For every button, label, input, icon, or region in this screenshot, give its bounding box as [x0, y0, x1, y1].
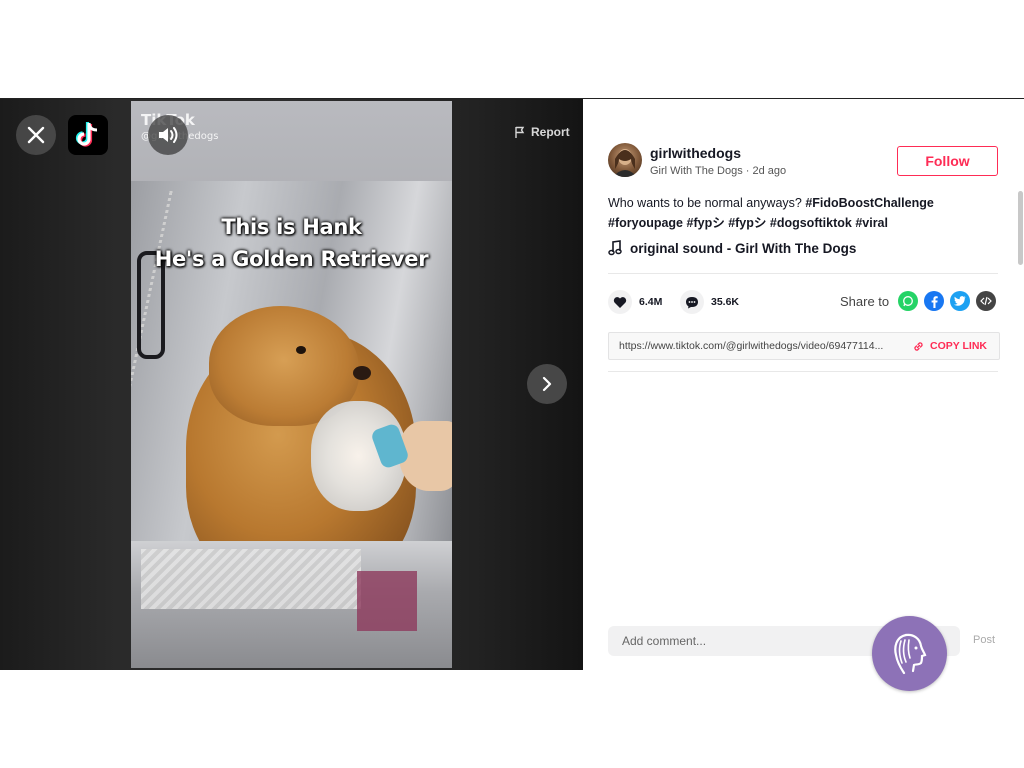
share-label: Share to: [840, 293, 890, 309]
description-text: Who wants to be normal anyways?: [608, 196, 806, 210]
hashtag-link[interactable]: #foryoupage: [608, 216, 683, 230]
author-display-name: Girl With The Dogs: [650, 165, 743, 177]
hashtag-link[interactable]: #fypシ: [728, 216, 766, 230]
video-url[interactable]: https://www.tiktok.com/@girlwithedogs/vi…: [609, 340, 905, 352]
video-dog-eye: [296, 346, 306, 354]
music-note-icon: [608, 240, 622, 256]
sound-title: original sound - Girl With The Dogs: [630, 240, 857, 256]
close-icon: [27, 126, 45, 144]
hashtag-link[interactable]: #FidoBoostChallenge: [805, 196, 933, 210]
subline-separator: ·: [745, 165, 753, 177]
video-frame[interactable]: TikTok @girlwithedogs This is Hank He's …: [131, 101, 452, 668]
video-caption-line-2: He's a Golden Retriever: [154, 247, 429, 271]
follow-button[interactable]: Follow: [897, 146, 998, 176]
sound-link[interactable]: original sound - Girl With The Dogs: [608, 240, 856, 256]
like-count: 6.4M: [639, 296, 663, 308]
hashtag-link[interactable]: #viral: [855, 216, 888, 230]
like-button[interactable]: 6.4M: [608, 290, 662, 314]
divider: [608, 273, 998, 274]
author-username[interactable]: girlwithedogs: [650, 145, 741, 161]
post-details-panel: girlwithedogs Girl With The Dogs · 2d ag…: [583, 99, 1024, 670]
twitter-icon[interactable]: [950, 291, 971, 311]
report-button[interactable]: Report: [514, 125, 570, 139]
hashtag-link[interactable]: #fypシ: [687, 216, 725, 230]
post-comment-button[interactable]: Post: [973, 634, 995, 646]
video-grate: [141, 549, 361, 609]
share-link-box: https://www.tiktok.com/@girlwithedogs/vi…: [608, 332, 1000, 360]
report-label: Report: [531, 125, 570, 139]
link-icon: [914, 341, 923, 351]
share-row: Share to: [840, 291, 997, 311]
hashtag-link[interactable]: #dogsoftiktok: [770, 216, 852, 230]
video-bin: [357, 571, 417, 631]
whatsapp-icon[interactable]: [898, 291, 919, 311]
next-video-button[interactable]: [527, 364, 567, 404]
tiktok-logo-icon: [75, 122, 98, 147]
comment-placeholder: Add comment...: [622, 634, 707, 648]
video-dog-nose: [353, 366, 371, 380]
avatar-image: [613, 149, 637, 177]
comment-count: 35.6K: [711, 296, 740, 308]
divider: [608, 371, 998, 372]
author-subline: Girl With The Dogs · 2d ago: [650, 165, 786, 177]
tiktok-logo-button[interactable]: [68, 115, 108, 155]
comment-bubble-icon: [680, 290, 704, 314]
scrollbar[interactable]: [1018, 191, 1023, 265]
post-description: Who wants to be normal anyways? #FidoBoo…: [608, 193, 998, 233]
flag-icon: [515, 126, 525, 138]
copy-link-label: COPY LINK: [930, 340, 987, 352]
close-button[interactable]: [16, 115, 56, 155]
speaker-volume-icon: [159, 127, 178, 143]
avatar[interactable]: [608, 143, 642, 177]
heart-icon: [608, 290, 632, 314]
chevron-right-icon: [542, 376, 552, 392]
sound-toggle-button[interactable]: [148, 115, 188, 155]
video-player-area: TikTok @girlwithedogs This is Hank He's …: [0, 99, 583, 670]
face-profile-icon: [893, 633, 926, 674]
embed-code-icon[interactable]: [976, 291, 997, 311]
copy-link-button[interactable]: COPY LINK: [905, 340, 999, 352]
comment-button[interactable]: 35.6K: [680, 290, 739, 314]
facebook-icon[interactable]: [924, 291, 945, 311]
browser-extension-icon[interactable]: [872, 616, 947, 691]
video-caption-line-1: This is Hank: [221, 215, 362, 239]
tiktok-video-modal: TikTok @girlwithedogs This is Hank He's …: [0, 98, 1024, 670]
post-time: 2d ago: [752, 165, 787, 177]
